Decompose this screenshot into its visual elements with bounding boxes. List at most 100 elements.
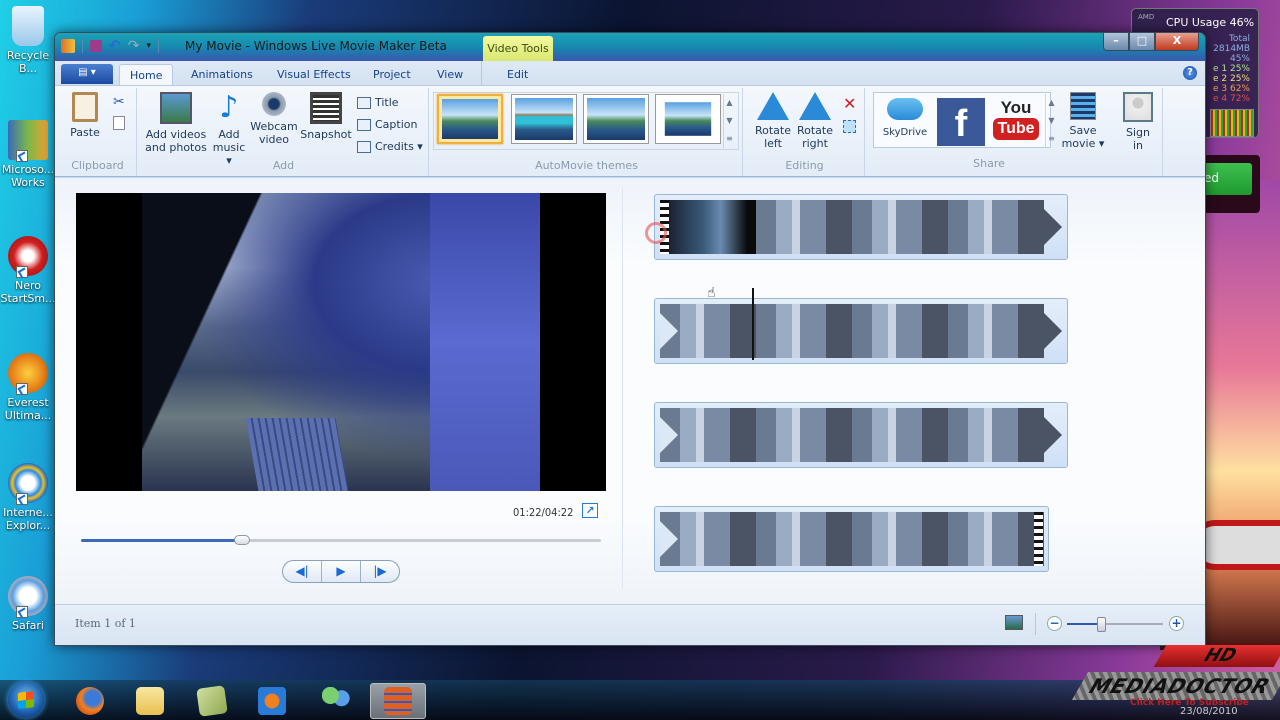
zoom-slider[interactable] <box>1067 617 1163 632</box>
seek-bar-thumb[interactable] <box>234 535 251 545</box>
facebook-button[interactable]: f <box>937 98 985 146</box>
desktop-icon-ms-works[interactable]: Microso... Works <box>0 120 56 189</box>
credits-button[interactable]: Credits ▾ <box>357 140 423 153</box>
previous-frame-button[interactable]: ◀| <box>283 561 322 582</box>
webcam-video-button[interactable]: Webcam video <box>249 92 299 146</box>
next-frame-button[interactable]: |▶ <box>361 561 399 582</box>
scroll-down-icon[interactable]: ▼ <box>1046 112 1057 130</box>
movie-maker-icon <box>384 687 412 715</box>
redo-icon[interactable]: ↷ <box>128 38 140 54</box>
youtube-button[interactable]: You Tube <box>993 98 1039 146</box>
rotate-right-button[interactable]: Rotate right <box>795 92 835 150</box>
nero-icon <box>8 236 48 278</box>
tab-view[interactable]: View <box>427 64 473 85</box>
cut-icon[interactable]: ✂ <box>113 94 125 110</box>
green-gadget-button[interactable]: ed <box>1200 163 1252 195</box>
ribbon-tabs: ▤ ▾ Home Animations Visual Effects Proje… <box>55 61 1205 85</box>
desktop-icon-safari[interactable]: Safari <box>0 576 56 632</box>
storyboard-clip[interactable] <box>654 298 1068 364</box>
paste-button[interactable]: Paste <box>65 92 105 139</box>
rotate-left-button[interactable]: Rotate left <box>753 92 793 150</box>
firefox-icon <box>76 687 104 715</box>
desktop-icon-label: Nero StartSm... <box>0 279 56 305</box>
add-music-button[interactable]: ♪ Add music ▾ <box>211 92 247 168</box>
help-icon[interactable]: ? <box>1183 66 1197 80</box>
sign-in-button[interactable]: Sign in <box>1119 92 1157 152</box>
snapshot-button[interactable]: Snapshot <box>299 92 353 141</box>
minimize-button[interactable]: – <box>1103 33 1129 51</box>
pane-splitter[interactable] <box>622 188 623 588</box>
tab-home[interactable]: Home <box>119 64 174 85</box>
taskbar-movie-maker[interactable] <box>370 683 426 719</box>
skydrive-label: SkyDrive <box>882 127 928 138</box>
window-title: My Movie - Windows Live Movie Maker Beta <box>185 39 447 53</box>
maximize-button[interactable]: □ <box>1129 33 1155 51</box>
title-button[interactable]: Title <box>357 96 399 109</box>
zoom-out-button[interactable]: − <box>1047 616 1062 631</box>
add-videos-photos-button[interactable]: Add videos and photos <box>143 92 209 154</box>
save-icon[interactable] <box>90 40 102 52</box>
divider <box>1035 613 1036 635</box>
theme-thumbnail[interactable] <box>511 94 577 144</box>
desktop-icon-nero[interactable]: Nero StartSm... <box>0 236 56 305</box>
seek-bar-progress <box>81 539 243 542</box>
undo-icon[interactable]: ↶ <box>109 38 121 54</box>
taskbar-media-player[interactable] <box>244 683 300 719</box>
desktop-icon-internet-explorer[interactable]: Interne... Explor... <box>0 463 56 532</box>
storyboard-clip[interactable] <box>654 506 1049 572</box>
quick-access-toolbar: ↶ ↷ ▾ <box>61 38 159 54</box>
save-movie-label-1: Save <box>1069 124 1097 137</box>
popout-preview-icon[interactable]: ↗ <box>582 503 598 518</box>
taskbar-messenger[interactable] <box>308 683 364 719</box>
thumbnail-size-icon[interactable] <box>1005 615 1023 630</box>
theme-thumbnail[interactable] <box>655 94 721 144</box>
caption-icon <box>357 118 371 131</box>
group-automovie-themes: ▲ ▼ ≡ AutoMovie themes <box>431 88 743 176</box>
playhead[interactable] <box>752 288 754 360</box>
select-all-icon[interactable] <box>843 120 856 133</box>
zoom-in-button[interactable]: + <box>1169 616 1184 631</box>
play-button[interactable]: ▶ <box>322 561 361 582</box>
theme-thumbnail[interactable] <box>437 94 503 144</box>
storyboard-clip[interactable] <box>654 194 1068 260</box>
movie-maker-window: ↶ ↷ ▾ My Movie - Windows Live Movie Make… <box>54 32 1206 646</box>
remove-icon[interactable]: ✕ <box>843 94 856 113</box>
tab-visual-effects[interactable]: Visual Effects <box>267 64 361 85</box>
clip-continued-notch <box>660 417 678 453</box>
seek-bar[interactable] <box>81 535 601 545</box>
clip-continued-notch <box>660 313 678 349</box>
green-gadget[interactable]: ed <box>1200 155 1260 213</box>
video-preview[interactable] <box>76 193 606 491</box>
scroll-up-icon[interactable]: ▲ <box>724 94 735 112</box>
scroll-up-icon[interactable]: ▲ <box>1046 94 1057 112</box>
theme-thumbnail[interactable] <box>583 94 649 144</box>
channel-watermark[interactable]: HD MEDIADOCTOR Click Here To Subscribe 2… <box>1060 640 1280 720</box>
desktop-icon-everest[interactable]: Everest Ultima... <box>0 353 56 422</box>
close-button[interactable]: X <box>1155 33 1199 51</box>
gallery-expand-icon[interactable]: ≡ <box>724 130 735 148</box>
tab-animations[interactable]: Animations <box>181 64 263 85</box>
scroll-down-icon[interactable]: ▼ <box>724 112 735 130</box>
application-menu-button[interactable]: ▤ ▾ <box>61 64 113 84</box>
taskbar-windows-explorer[interactable] <box>122 683 178 719</box>
save-movie-button[interactable]: Save movie ▾ <box>1061 92 1105 150</box>
tab-edit[interactable]: Edit <box>497 64 538 85</box>
caption-button[interactable]: Caption <box>357 118 417 131</box>
gallery-scroll[interactable]: ▲ ▼ ≡ <box>723 94 735 148</box>
messenger-icon <box>322 687 350 715</box>
title-bar[interactable]: ↶ ↷ ▾ My Movie - Windows Live Movie Make… <box>55 33 1205 61</box>
taskbar-firefox[interactable] <box>62 683 118 719</box>
copy-icon[interactable] <box>113 116 125 130</box>
facebook-icon: f <box>954 103 968 145</box>
gallery-expand-icon[interactable]: ≡ <box>1046 130 1057 148</box>
clock-date: 23/08/2010 <box>1180 706 1238 717</box>
storyboard-clip[interactable] <box>654 402 1068 468</box>
start-button[interactable] <box>8 682 44 718</box>
desktop-icon-recycle-bin[interactable]: Recycle B... <box>0 6 56 75</box>
skydrive-button[interactable]: SkyDrive <box>881 98 929 139</box>
zoom-slider-thumb[interactable] <box>1096 617 1106 632</box>
tab-project[interactable]: Project <box>363 64 421 85</box>
share-gallery-scroll[interactable]: ▲ ▼ ≡ <box>1045 94 1057 148</box>
taskbar-sticky-app[interactable] <box>184 683 240 719</box>
customize-qat-icon[interactable]: ▾ <box>146 41 151 51</box>
